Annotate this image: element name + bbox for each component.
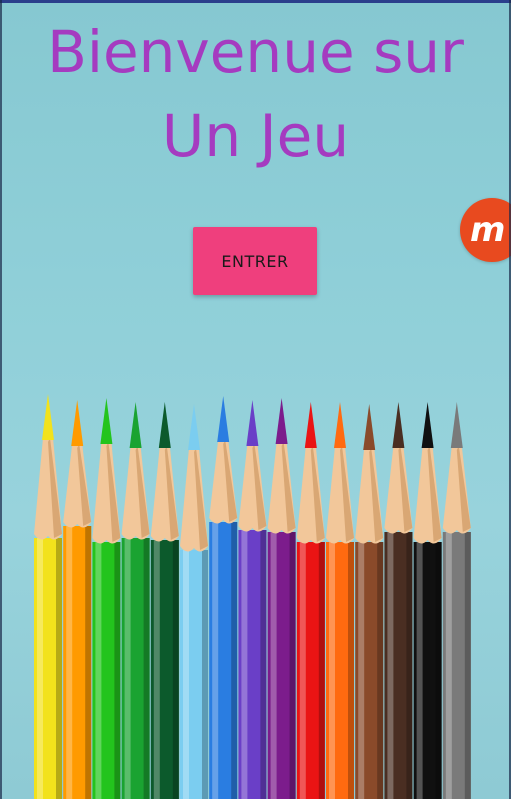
colored-pencils-image: [0, 390, 511, 799]
left-border: [0, 0, 2, 799]
screen-recorder-bubble[interactable]: m: [460, 198, 511, 262]
pencil-11: [326, 402, 354, 799]
top-border: [0, 0, 511, 3]
pencil-7: [209, 396, 238, 799]
mobizen-record-icon: m: [470, 210, 506, 250]
welcome-title-line1: Bienvenue sur: [47, 18, 464, 86]
colored-pencils-illustration: [34, 394, 471, 799]
pencil-9: [267, 398, 296, 799]
enter-button[interactable]: ENTRER: [193, 227, 317, 295]
pencil-8: [238, 400, 267, 799]
pencil-6: [180, 404, 208, 799]
pencil-5: [150, 402, 179, 799]
pencil-3: [92, 398, 121, 799]
pencil-14: [413, 402, 442, 799]
welcome-title: Bienvenue sur Un Jeu: [0, 10, 511, 178]
pencil-13: [384, 402, 413, 799]
pencil-10: [296, 402, 325, 799]
welcome-title-line2: Un Jeu: [161, 102, 350, 170]
pencil-1: [34, 394, 62, 799]
app-screen: Bienvenue sur Un Jeu ENTRER m: [0, 0, 511, 799]
pencil-2: [63, 400, 92, 799]
pencil-4: [121, 402, 150, 799]
pencil-12: [355, 404, 384, 799]
pencil-15: [442, 402, 471, 799]
